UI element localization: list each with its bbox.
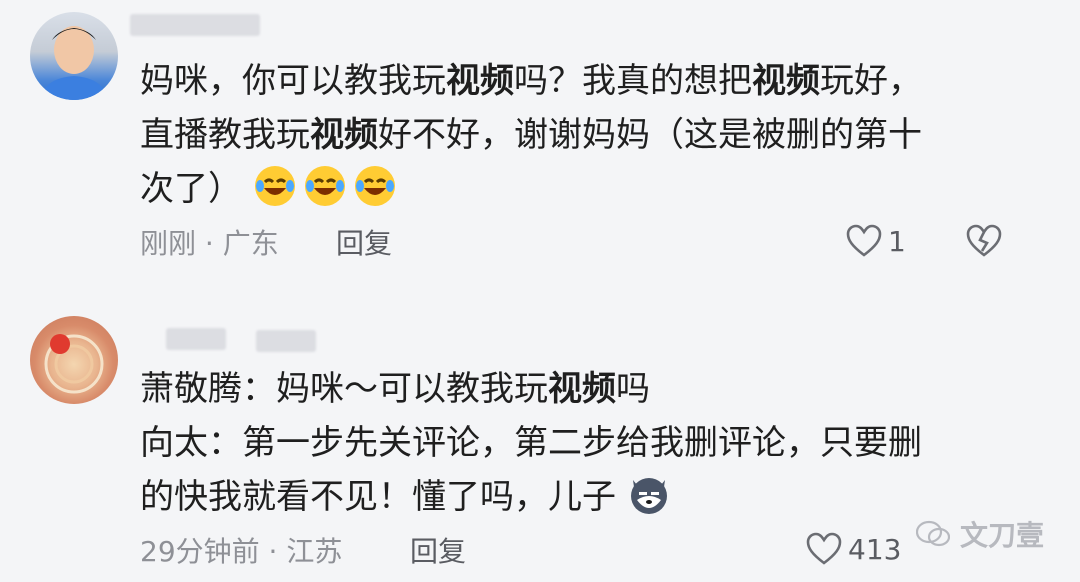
like-count: 413 <box>848 532 902 566</box>
watermark: 文刀壹 <box>915 514 1044 554</box>
like-button[interactable]: 413 <box>806 532 901 566</box>
dislike-button[interactable] <box>966 224 1002 258</box>
username-blurred[interactable] <box>256 330 316 352</box>
avatar[interactable] <box>30 316 118 404</box>
heart-icon <box>846 224 882 257</box>
comment-time: 刚刚 <box>140 227 197 260</box>
laugh-cry-emoji-icon <box>304 166 345 206</box>
broken-heart-icon <box>966 224 1002 257</box>
watermark-text: 文刀壹 <box>959 519 1044 552</box>
like-count: 1 <box>888 224 906 258</box>
comment-location: 广东 <box>222 227 279 260</box>
avatar-face-icon <box>40 26 108 100</box>
wechat-logo-icon <box>915 520 950 547</box>
username-blurred[interactable] <box>130 14 260 36</box>
heart-icon <box>806 532 842 565</box>
laugh-cry-emoji-icon <box>354 166 395 206</box>
avatar-food-icon <box>44 334 104 394</box>
comment-text: 妈咪，你可以教我玩视频吗？我真的想把视频玩好， 直播教我玩视频好不好，谢谢妈妈（… <box>140 61 922 209</box>
comment-meta: 刚刚 · 广东 <box>140 227 279 260</box>
comment-text: 萧敬腾：妈咪～可以教我玩视频吗 向太：第一步先关评论，第二步给我删评论，只要删 … <box>140 369 922 517</box>
laugh-cry-emoji-icon <box>254 166 295 206</box>
husky-dog-emoji-icon <box>630 478 667 514</box>
avatar[interactable] <box>30 12 118 100</box>
username-blurred[interactable] <box>166 328 226 350</box>
reply-button[interactable]: 回复 <box>336 222 392 262</box>
comment-time: 29分钟前 <box>140 535 260 568</box>
comment-meta: 29分钟前 · 江苏 <box>140 535 343 568</box>
like-button[interactable]: 1 <box>846 224 906 258</box>
comment-location: 江苏 <box>286 535 343 568</box>
reply-button[interactable]: 回复 <box>410 530 466 570</box>
